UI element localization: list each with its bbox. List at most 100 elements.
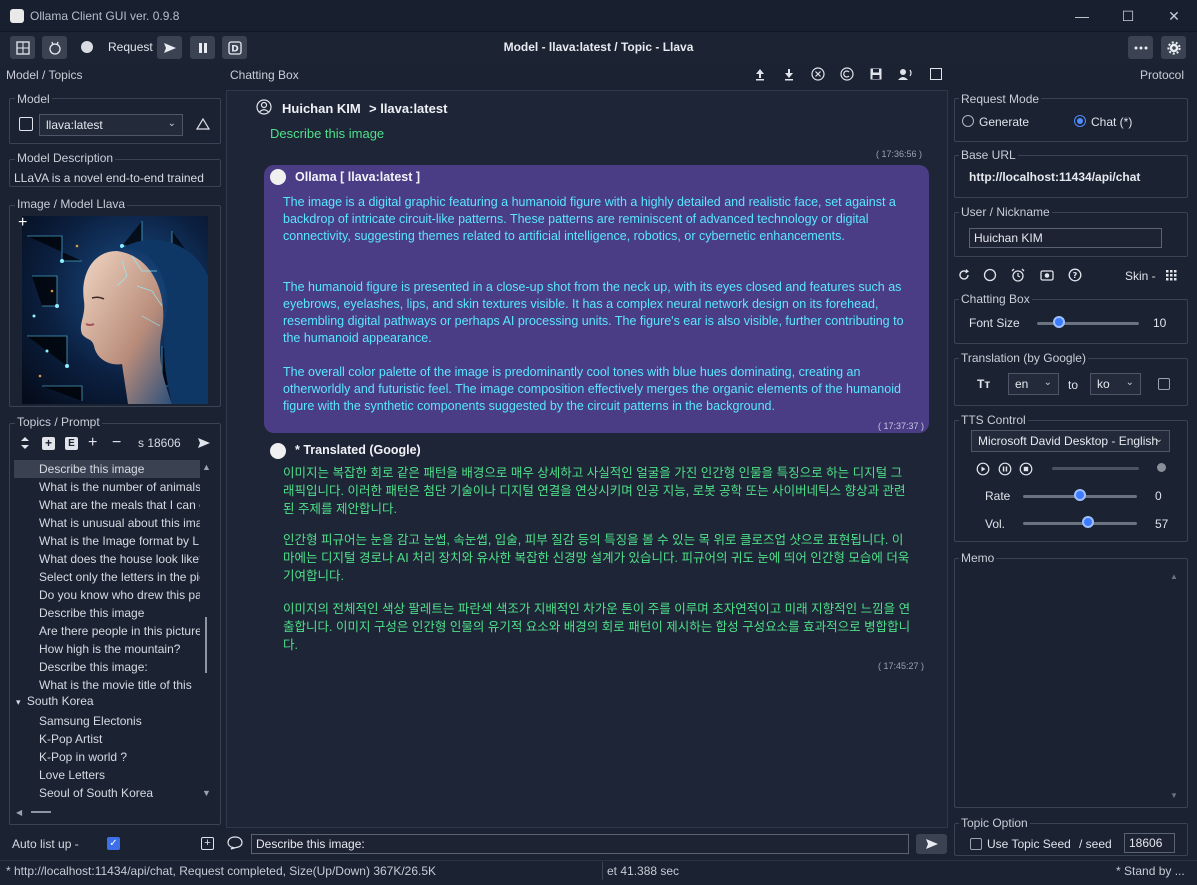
voice-select-value: Microsoft David Desktop - English [978, 434, 1159, 448]
add-image-button[interactable]: + [18, 214, 27, 232]
scroll-down-arrow[interactable]: ▼ [202, 788, 211, 798]
voice-select[interactable]: Microsoft David Desktop - English ⌄ [971, 430, 1170, 452]
stop-icon[interactable] [1019, 462, 1033, 476]
target-language-select[interactable]: ko ⌄ [1090, 373, 1141, 395]
download-icon[interactable] [782, 67, 796, 81]
list-item[interactable]: Describe this image: [14, 658, 200, 676]
list-item[interactable]: What is unusual about this ima [14, 514, 200, 532]
status-left: * http://localhost:11434/api/chat, Reque… [6, 864, 437, 878]
model-select[interactable]: llava:latest ⌄ [39, 114, 183, 136]
left-panel-header: Model / Topics [6, 68, 83, 82]
translated-paragraph: 이미지는 복잡한 회로 같은 패턴을 배경으로 매우 상세하고 사실적인 얼굴을… [283, 466, 906, 516]
clear-icon[interactable] [811, 67, 825, 81]
base-url-value[interactable]: http://localhost:11434/api/chat [969, 170, 1140, 184]
add-topic-icon[interactable]: + [42, 437, 55, 450]
add-prompt-icon[interactable]: + [88, 434, 97, 452]
send-prompt-icon[interactable] [197, 436, 211, 450]
model-image [22, 216, 208, 404]
status-right: * Stand by ... [1116, 864, 1185, 878]
memo-textarea[interactable] [958, 566, 1172, 802]
list-item[interactable]: Are there people in this picture [14, 622, 200, 640]
chat-panel-header: Chatting Box [230, 68, 299, 82]
chat-input[interactable] [251, 834, 909, 854]
list-item[interactable]: Seoul of South Korea [14, 784, 200, 802]
list-item[interactable]: What is the movie title of this [14, 676, 200, 694]
add-to-list-icon[interactable]: + [201, 837, 214, 850]
camera-icon[interactable] [1040, 268, 1054, 282]
rate-slider-knob[interactable] [1074, 489, 1086, 501]
translation-title: Translation (by Google) [959, 351, 1088, 365]
seed-field[interactable]: s 18606 [138, 436, 181, 450]
skin-grid-icon[interactable] [1166, 270, 1177, 281]
save-icon[interactable] [869, 67, 883, 81]
more-button[interactable] [1128, 36, 1153, 59]
remove-icon[interactable]: − [112, 434, 121, 452]
horizontal-scrollbar-thumb[interactable] [31, 811, 51, 813]
list-item[interactable]: Describe this image [14, 604, 200, 622]
list-item[interactable]: What is the Image format by L [14, 532, 200, 550]
model-refresh-icon[interactable] [19, 117, 33, 131]
play-icon[interactable] [976, 462, 990, 476]
refresh-icon[interactable] [957, 268, 971, 282]
topics-group-title: Topics / Prompt [15, 415, 102, 429]
topic-folder[interactable]: ▾ South Korea [16, 694, 94, 708]
scroll-left-arrow[interactable]: ◀ [16, 808, 22, 817]
tts-title: TTS Control [959, 413, 1028, 427]
scroll-up-arrow[interactable]: ▲ [202, 462, 211, 472]
send-message-button[interactable] [916, 834, 947, 854]
generate-radio[interactable] [962, 115, 974, 130]
volume-slider-knob[interactable] [1081, 516, 1094, 528]
topic-list: Describe this image What is the number o… [14, 460, 200, 698]
source-language-select[interactable]: en ⌄ [1008, 373, 1059, 395]
help-icon[interactable]: ? [1068, 268, 1082, 282]
list-item[interactable]: What does the house look like? [14, 550, 200, 568]
sort-icon[interactable] [20, 436, 30, 450]
copy-icon[interactable] [840, 67, 854, 81]
timestamp: ( 17:37:37 ) [878, 421, 925, 431]
list-item[interactable]: Samsung Electonis [14, 712, 200, 730]
edit-topic-icon[interactable]: E [65, 437, 78, 450]
minimize-button[interactable]: — [1059, 0, 1105, 32]
seed-input[interactable] [1124, 833, 1175, 853]
nickname-field[interactable] [969, 228, 1162, 248]
circle-icon[interactable] [983, 268, 997, 282]
text-format-icon[interactable]: Tт [977, 377, 990, 391]
eject-icon[interactable] [196, 118, 210, 131]
translation-checkbox[interactable] [1158, 378, 1170, 390]
model-description-text: LLaVA is a novel end-to-end trained [14, 171, 204, 185]
to-label: to [1068, 378, 1079, 392]
list-item[interactable]: What are the meals that I can c [14, 496, 200, 514]
tts-progress-track[interactable] [1052, 467, 1139, 470]
upload-icon[interactable] [753, 67, 767, 81]
auto-list-up-checkbox[interactable]: ✓ [107, 837, 120, 850]
font-size-label: Font Size [969, 316, 1020, 330]
toggle-checkbox[interactable] [930, 68, 942, 80]
close-button[interactable]: ✕ [1151, 0, 1197, 32]
model-description-title: Model Description [15, 151, 116, 165]
settings-button[interactable] [1161, 36, 1186, 59]
list-item[interactable]: Love Letters [14, 766, 200, 784]
memo-scroll-up-arrow[interactable]: ▲ [1170, 572, 1178, 581]
maximize-button[interactable]: ☐ [1105, 0, 1151, 32]
use-topic-seed-checkbox[interactable] [970, 838, 982, 850]
alarm-icon[interactable] [1010, 267, 1026, 283]
list-item[interactable]: How high is the mountain? [14, 640, 200, 658]
chevron-down-icon: ⌄ [1154, 434, 1163, 445]
auto-list-up-label: Auto list up - [12, 837, 79, 851]
pause-circle-icon[interactable] [998, 462, 1012, 476]
volume-slider-track[interactable] [1023, 522, 1137, 525]
list-item[interactable]: What is the number of animals [14, 478, 200, 496]
chat-radio[interactable] [1074, 115, 1086, 130]
list-item[interactable]: K-Pop Artist [14, 730, 200, 748]
list-item[interactable]: Describe this image [14, 460, 200, 478]
font-size-slider-track[interactable] [1037, 322, 1139, 325]
speak-icon[interactable] [898, 67, 914, 81]
request-mode-title: Request Mode [959, 92, 1042, 106]
list-item[interactable]: Select only the letters in the pic [14, 568, 200, 586]
volume-label: Vol. [985, 517, 1006, 531]
list-item[interactable]: K-Pop in world ? [14, 748, 200, 766]
list-item[interactable]: Do you know who drew this pa [14, 586, 200, 604]
skin-label: Skin - [1125, 269, 1156, 283]
vertical-scrollbar-thumb[interactable] [205, 617, 207, 673]
memo-scroll-down-arrow[interactable]: ▼ [1170, 791, 1178, 800]
